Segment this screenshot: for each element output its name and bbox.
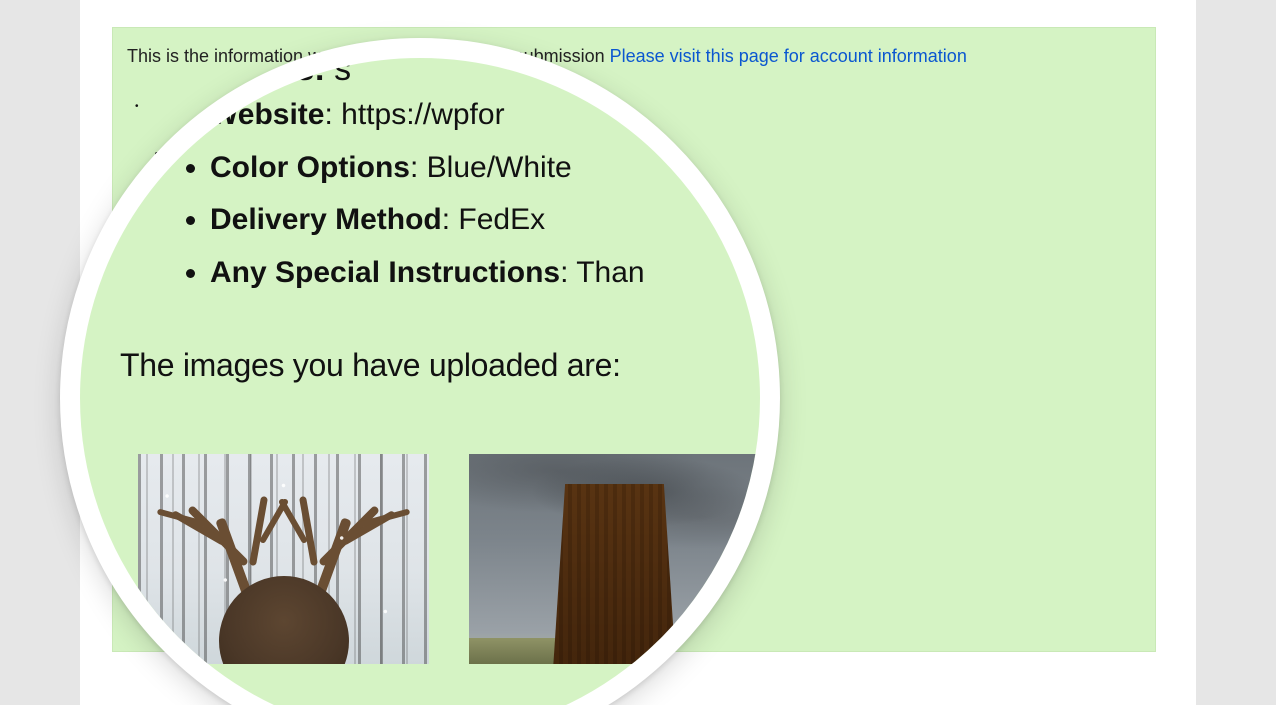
rock-tower-icon [550,484,680,664]
uploaded-images-heading: The images you have uploaded are: [120,347,760,384]
row-website-value: https://wpfor [341,98,504,131]
row-special-label: Any Special Instructions [210,256,560,289]
uploaded-image-deer [138,454,429,664]
row-delivery-method: Delivery Method: FedEx [210,194,760,247]
magnifier-lens: Address: s Website: https://wpfor Color … [60,38,780,705]
row-special-instructions: Any Special Instructions: Than [210,247,760,300]
uploaded-image-rock-tower [469,454,760,664]
row-color-options: Color Options: Blue/White [210,142,760,195]
row-color-label: Color Options [210,151,410,184]
row-special-value: Than [576,256,644,289]
row-delivery-value: FedEx [458,203,545,236]
uploaded-images-row [138,454,760,664]
row-delivery-label: Delivery Method [210,203,442,236]
snow-overlay-icon [138,454,429,664]
row-address-value: s [334,50,351,88]
details-list: Website: https://wpfor Color Options: Bl… [210,89,760,299]
row-website-label: Website [210,98,324,131]
magnifier-content: Address: s Website: https://wpfor Color … [80,58,760,705]
row-color-value: Blue/White [427,151,572,184]
row-website: Website: https://wpfor [210,89,760,142]
